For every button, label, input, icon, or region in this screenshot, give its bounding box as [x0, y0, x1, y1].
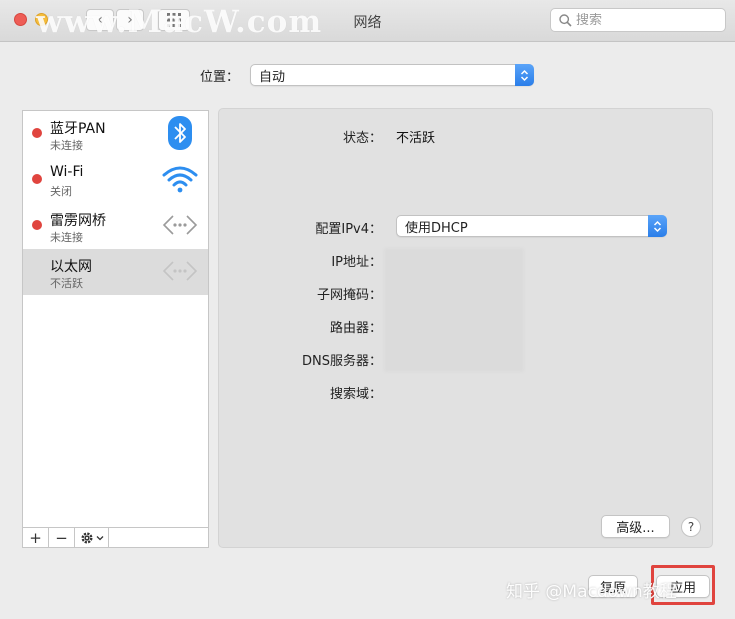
service-status: 不活跃 — [50, 277, 83, 290]
search-domain-label: 搜索域： — [329, 387, 382, 402]
service-list[interactable]: 蓝牙PAN 未连接 Wi-Fi 关闭 雷雳网桥 未连接 以太网 不活跃 + − — [22, 110, 209, 548]
subnet-mask-label: 子网掩码： — [316, 288, 382, 303]
action-menu-button[interactable] — [75, 528, 109, 547]
gear-icon — [80, 531, 93, 544]
service-list-toolbar: + − — [23, 527, 208, 547]
popup-arrows-icon — [515, 64, 534, 86]
configure-ipv4-value: 使用DHCP — [405, 220, 468, 236]
search-input[interactable] — [576, 12, 716, 28]
ethernet-icon — [162, 253, 198, 289]
status-dot-red — [32, 174, 42, 184]
service-name: 以太网 — [50, 259, 92, 275]
service-name: 雷雳网桥 — [50, 213, 106, 229]
zhihu-watermark: 知乎 @Macdown教程 — [506, 582, 677, 602]
search-icon — [559, 13, 572, 27]
bluetooth-icon — [162, 115, 198, 151]
location-popup[interactable]: 自动 — [250, 64, 534, 86]
add-service-button[interactable]: + — [23, 528, 49, 547]
remove-service-button[interactable]: − — [49, 528, 75, 547]
service-status: 关闭 — [50, 185, 72, 198]
status-label: 状态： — [342, 131, 382, 146]
wifi-icon — [162, 161, 198, 197]
service-status: 未连接 — [50, 139, 83, 152]
status-dot-red — [32, 128, 42, 138]
watermark-text: www.MacW.com — [36, 4, 323, 40]
ip-address-label: IP地址： — [331, 255, 382, 270]
service-item-wifi[interactable]: Wi-Fi 关闭 — [23, 157, 208, 203]
search-field[interactable] — [550, 8, 726, 32]
help-button[interactable]: ? — [681, 517, 701, 537]
service-item-bluetooth-pan[interactable]: 蓝牙PAN 未连接 — [23, 111, 208, 157]
location-value: 自动 — [259, 69, 286, 85]
service-name: Wi-Fi — [50, 164, 84, 180]
router-label: 路由器： — [329, 321, 382, 336]
configure-ipv4-popup[interactable]: 使用DHCP — [396, 215, 667, 237]
advanced-button[interactable]: 高级... — [601, 515, 670, 538]
location-label: 位置： — [200, 70, 240, 85]
service-item-ethernet[interactable]: 以太网 不活跃 — [23, 249, 208, 295]
thunderbolt-bridge-icon — [162, 207, 198, 243]
status-value: 不活跃 — [396, 131, 436, 146]
popup-arrows-icon — [648, 215, 667, 237]
service-name: 蓝牙PAN — [50, 121, 106, 137]
configure-ipv4-label: 配置IPv4： — [315, 222, 382, 237]
status-dot-red — [32, 220, 42, 230]
dns-server-label: DNS服务器： — [302, 354, 382, 369]
redacted-network-values — [384, 248, 524, 372]
service-status: 未连接 — [50, 231, 83, 244]
window-titlebar: ‹ › 网络 www.MacW.com — [0, 0, 735, 42]
service-item-thunderbolt-bridge[interactable]: 雷雳网桥 未连接 — [23, 203, 208, 249]
chevron-down-icon — [96, 535, 103, 540]
